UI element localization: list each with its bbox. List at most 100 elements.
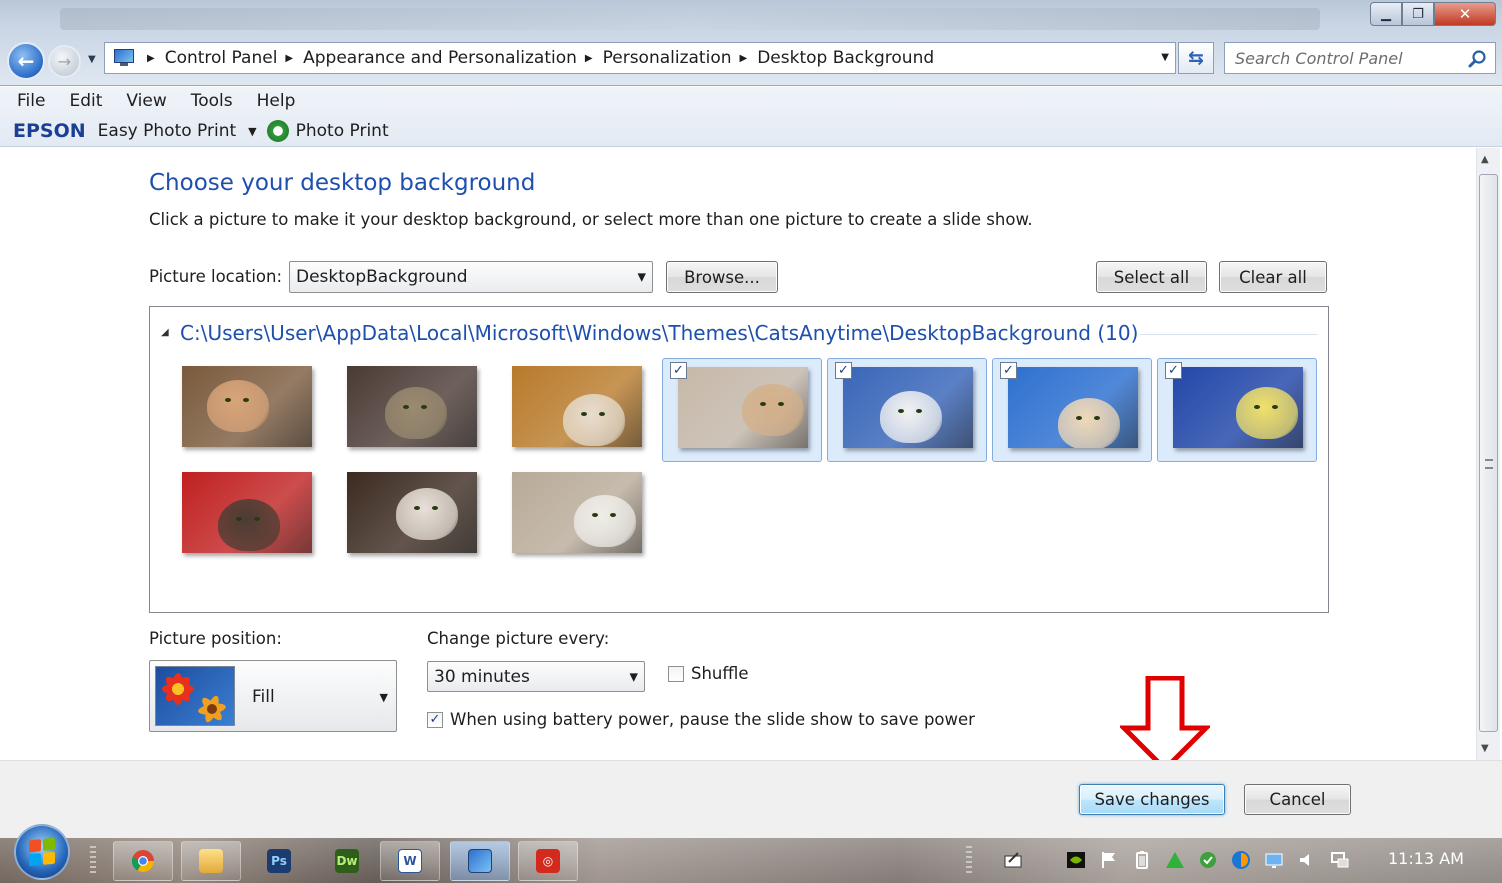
taskbar-control-panel[interactable]	[450, 841, 510, 881]
display-settings-icon[interactable]	[1264, 850, 1284, 870]
address-dropdown-icon[interactable]: ▼	[1161, 52, 1169, 63]
search-input[interactable]	[1225, 43, 1455, 73]
back-arrow-icon: ←	[17, 49, 35, 73]
taskbar-dreamweaver[interactable]: Dw	[317, 841, 377, 881]
dreamweaver-icon: Dw	[335, 849, 359, 873]
windows-logo-icon	[29, 837, 55, 867]
chevron-down-icon[interactable]: ▼	[248, 125, 256, 138]
menu-file[interactable]: File	[17, 91, 45, 111]
address-bar[interactable]: ▶ Control Panel ▶ Appearance and Persona…	[104, 42, 1176, 74]
scroll-down-icon[interactable]: ▼	[1481, 743, 1489, 754]
antivirus-icon[interactable]	[1231, 850, 1251, 870]
wallpaper-thumbnail[interactable]	[332, 358, 492, 462]
wallpaper-thumbnail[interactable]	[167, 464, 327, 568]
taskbar-chrome[interactable]	[113, 841, 173, 881]
menu-tools[interactable]: Tools	[191, 91, 233, 111]
taskbar-photoshop[interactable]: Ps	[249, 841, 309, 881]
thumbnail-checkbox[interactable]: ✓	[1165, 362, 1182, 379]
picture-location-label: Picture location:	[149, 267, 283, 286]
green-triangle-icon[interactable]	[1165, 850, 1185, 870]
breadcrumb-control-panel[interactable]: Control Panel	[165, 48, 278, 68]
folder-icon	[199, 849, 223, 873]
cat-photo	[512, 472, 642, 553]
wallpaper-thumbnail[interactable]	[497, 358, 657, 462]
cat-photo	[678, 367, 808, 448]
chevron-down-icon: ▼	[637, 270, 646, 284]
menu-view[interactable]: View	[126, 91, 166, 111]
breadcrumb-personalization[interactable]: Personalization	[603, 48, 732, 68]
refresh-button[interactable]: ⇆	[1178, 42, 1214, 74]
cancel-button[interactable]: Cancel	[1244, 784, 1351, 815]
start-button[interactable]	[14, 824, 70, 880]
pen-tablet-icon[interactable]	[1003, 850, 1023, 870]
epson-toolbar: EPSON Easy Photo Print ▼ Photo Print	[13, 120, 389, 142]
wallpaper-thumbnail[interactable]	[167, 358, 327, 462]
recent-pages-dropdown[interactable]: ▼	[88, 54, 96, 65]
picture-location-select[interactable]: DesktopBackground ▼	[289, 261, 653, 293]
interval-select[interactable]: 30 minutes ▼	[427, 661, 645, 692]
forward-button[interactable]: →	[48, 45, 81, 78]
taskbar-word[interactable]: W	[380, 841, 440, 881]
wallpaper-thumbnail[interactable]	[332, 464, 492, 568]
photo-print-icon[interactable]	[266, 120, 289, 142]
refresh-icon: ⇆	[1188, 47, 1204, 69]
menu-edit[interactable]: Edit	[69, 91, 102, 111]
taskbar-acrobat[interactable]: ◎	[518, 841, 578, 881]
group-divider	[1140, 334, 1318, 335]
picture-location-value: DesktopBackground	[296, 267, 468, 287]
battery-icon[interactable]	[1132, 850, 1152, 870]
page-title: Choose your desktop background	[149, 170, 536, 196]
shuffle-label[interactable]: Shuffle	[691, 664, 749, 683]
security-shield-icon[interactable]	[1198, 850, 1218, 870]
close-button[interactable]: ✕	[1434, 2, 1496, 26]
taskbar-explorer[interactable]	[181, 841, 241, 881]
shuffle-checkbox[interactable]	[668, 666, 684, 682]
tray-grip	[966, 846, 972, 874]
thumbnail-checkbox[interactable]: ✓	[835, 362, 852, 379]
back-button[interactable]: ←	[7, 42, 45, 80]
fill-preview-image	[155, 666, 235, 726]
cat-photo	[182, 366, 312, 447]
scroll-thumb[interactable]	[1479, 174, 1498, 732]
search-box[interactable]	[1224, 42, 1496, 74]
scroll-up-icon[interactable]: ▲	[1481, 154, 1489, 165]
browse-button[interactable]: Browse...	[666, 261, 778, 293]
clear-all-button[interactable]: Clear all	[1219, 261, 1327, 293]
gallery-group-title[interactable]: C:\Users\User\AppData\Local\Microsoft\Wi…	[180, 321, 1138, 345]
maximize-button[interactable]: ❐	[1402, 2, 1434, 26]
wallpaper-thumbnail[interactable]	[497, 464, 657, 568]
interval-value: 30 minutes	[434, 666, 530, 687]
thumbnail-checkbox[interactable]: ✓	[1000, 362, 1017, 379]
battery-pause-checkbox[interactable]: ✓	[427, 712, 443, 728]
easy-photo-print-button[interactable]: Easy Photo Print	[98, 121, 236, 141]
chevron-right-icon[interactable]: ▶	[585, 53, 593, 64]
search-icon[interactable]	[1467, 49, 1487, 69]
taskbar-clock[interactable]: 11:13 AM	[1388, 849, 1464, 868]
wallpaper-thumbnail[interactable]: ✓	[1157, 358, 1317, 462]
vertical-scrollbar[interactable]: ▲ ▼	[1476, 148, 1500, 760]
battery-pause-label[interactable]: When using battery power, pause the slid…	[450, 710, 975, 729]
chevron-right-icon[interactable]: ▶	[147, 53, 155, 64]
save-changes-button[interactable]: Save changes	[1079, 784, 1225, 815]
chevron-right-icon[interactable]: ▶	[285, 53, 293, 64]
photo-print-button[interactable]: Photo Print	[296, 121, 389, 141]
action-center-flag-icon[interactable]	[1099, 850, 1119, 870]
minimize-button[interactable]: ▁	[1370, 2, 1402, 26]
wallpaper-thumbnail[interactable]: ✓	[827, 358, 987, 462]
breadcrumb-desktop-background[interactable]: Desktop Background	[757, 48, 934, 68]
wallpaper-thumbnail[interactable]: ✓	[992, 358, 1152, 462]
acrobat-icon: ◎	[536, 849, 560, 873]
picture-position-select[interactable]: Fill ▼	[149, 660, 397, 732]
nvidia-icon[interactable]	[1066, 850, 1086, 870]
collapse-group-icon[interactable]: ◢	[161, 327, 169, 338]
menu-help[interactable]: Help	[257, 91, 296, 111]
chevron-right-icon[interactable]: ▶	[740, 53, 748, 64]
breadcrumb-appearance[interactable]: Appearance and Personalization	[303, 48, 577, 68]
down-arrow-annotation-icon	[1120, 676, 1210, 772]
volume-icon[interactable]	[1297, 850, 1317, 870]
thumbnail-checkbox[interactable]: ✓	[670, 362, 687, 379]
wallpaper-thumbnail[interactable]: ✓	[662, 358, 822, 462]
select-all-button[interactable]: Select all	[1096, 261, 1207, 293]
network-icon[interactable]	[1330, 850, 1350, 870]
control-panel-icon	[111, 47, 139, 69]
